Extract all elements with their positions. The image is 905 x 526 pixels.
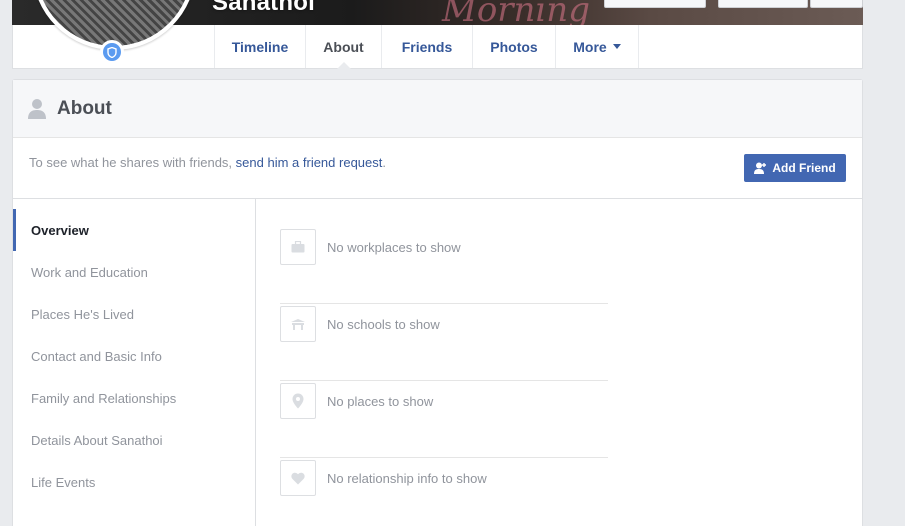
tab-label: About (323, 38, 364, 55)
list-item: No places to show (280, 381, 608, 458)
sidebar-item-label: Places He's Lived (31, 306, 134, 322)
friend-request-notice: To see what he shares with friends, send… (13, 138, 862, 199)
person-icon (28, 98, 46, 119)
tab-friends[interactable]: Friends (382, 25, 473, 68)
overview-content: No workplaces to show No schools to show… (280, 227, 608, 526)
sidebar-item-family-relationships[interactable]: Family and Relationships (13, 377, 255, 419)
more-actions-button[interactable] (810, 0, 863, 8)
page-title: About (57, 97, 112, 119)
notice-end: . (382, 155, 386, 170)
message-button[interactable] (718, 0, 808, 8)
about-header: About (13, 80, 862, 138)
sidebar-item-label: Details About Sanathoi (31, 432, 163, 448)
sidebar-item-label: Life Events (31, 474, 96, 490)
tab-label: Photos (490, 38, 538, 55)
cover-action-button[interactable] (604, 0, 706, 8)
list-item: No workplaces to show (280, 227, 608, 304)
sidebar-item-work-education[interactable]: Work and Education (13, 251, 255, 293)
sidebar-item-label: Overview (31, 222, 89, 238)
list-item: No schools to show (280, 304, 608, 381)
empty-relationship: No relationship info to show (327, 471, 487, 486)
notice-text: To see what he shares with friends, (29, 155, 236, 170)
school-icon (280, 306, 316, 342)
sidebar-item-places-lived[interactable]: Places He's Lived (13, 293, 255, 335)
add-friend-label: Add Friend (772, 161, 836, 175)
empty-schools: No schools to show (327, 317, 440, 332)
tab-photos[interactable]: Photos (473, 25, 556, 68)
sidebar-item-label: Contact and Basic Info (31, 348, 162, 364)
chevron-down-icon (612, 44, 621, 49)
tab-more[interactable]: More (556, 25, 639, 68)
add-friend-icon (754, 162, 767, 174)
tab-label: More (573, 38, 607, 55)
location-pin-icon (280, 383, 316, 419)
briefcase-icon (280, 229, 316, 265)
add-friend-button[interactable]: Add Friend (744, 154, 846, 182)
tab-label: Timeline (231, 38, 289, 55)
tab-about[interactable]: About (306, 25, 382, 69)
profile-name[interactable]: Sanathoi (212, 0, 315, 17)
about-body: Overview Work and Education Places He's … (13, 199, 862, 526)
sidebar-item-contact-info[interactable]: Contact and Basic Info (13, 335, 255, 377)
heart-icon (280, 460, 316, 496)
about-card: About To see what he shares with friends… (12, 79, 863, 526)
sidebar-item-details[interactable]: Details About Sanathoi (13, 419, 255, 461)
sidebar-item-life-events[interactable]: Life Events (13, 461, 255, 503)
friend-request-link[interactable]: send him a friend request (236, 155, 383, 170)
empty-places: No places to show (327, 394, 434, 409)
shield-icon (103, 43, 121, 61)
about-sidebar: Overview Work and Education Places He's … (13, 199, 256, 526)
sidebar-item-label: Work and Education (31, 264, 148, 280)
list-item: No relationship info to show (280, 458, 608, 526)
profile-guard-badge (100, 40, 124, 64)
tab-label: Friends (401, 38, 453, 55)
sidebar-item-overview[interactable]: Overview (13, 209, 255, 251)
tab-timeline[interactable]: Timeline (215, 25, 306, 68)
sidebar-item-label: Family and Relationships (31, 390, 177, 406)
cover-decoration: Morning (442, 0, 590, 25)
empty-workplaces: No workplaces to show (327, 240, 461, 255)
